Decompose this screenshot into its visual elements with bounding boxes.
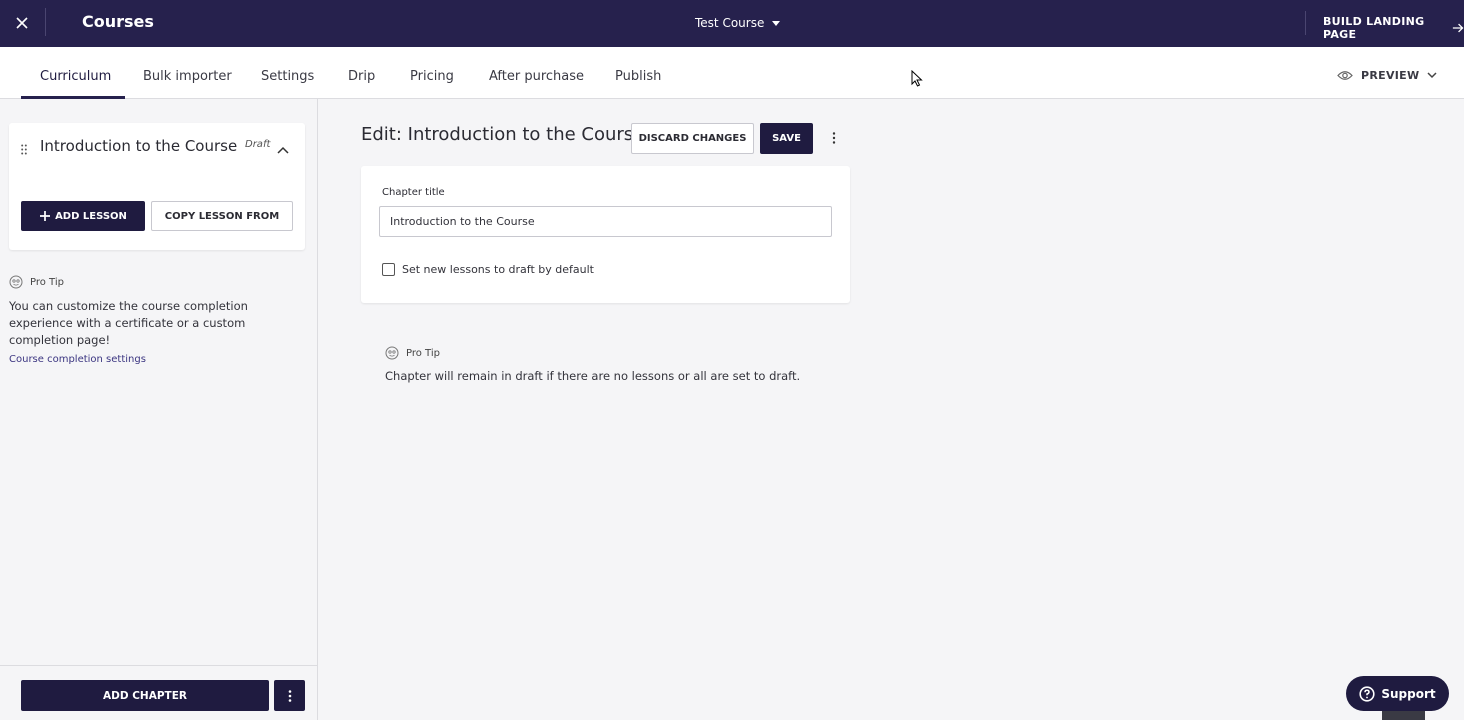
pro-tip-header: Pro Tip [385,346,800,360]
checkbox-box[interactable] [382,263,395,276]
tab-after-purchase[interactable]: After purchase [489,69,584,84]
topbar-divider [45,8,46,36]
eye-icon [1337,71,1353,80]
collapse-chapter-button[interactable] [277,139,289,158]
topbar-divider-right [1305,11,1306,35]
curriculum-sidebar: Introduction to the Course Draft ADD LES… [0,99,318,720]
support-button[interactable]: Support [1346,676,1449,711]
mouse-cursor-icon [911,70,923,87]
save-button[interactable]: SAVE [760,123,813,154]
pro-tip-main: Pro Tip Chapter will remain in draft if … [385,346,800,385]
status-badge: Draft [245,139,271,150]
tab-publish[interactable]: Publish [615,69,661,84]
pro-tip-text: Chapter will remain in draft if there ar… [385,369,801,383]
draft-default-checkbox[interactable]: Set new lessons to draft by default [382,263,594,276]
copy-lesson-button[interactable]: COPY LESSON FROM [151,201,293,231]
close-icon [16,17,28,29]
sidebar-footer: ADD CHAPTER [0,665,317,720]
more-options-button[interactable] [826,130,842,146]
course-name: Test Course [695,16,765,30]
chapter-title[interactable]: Introduction to the Course [40,137,237,155]
pro-tip-label: Pro Tip [30,276,64,288]
support-label: Support [1381,686,1436,701]
add-lesson-button[interactable]: ADD LESSON [21,201,145,231]
app-title: Courses [82,12,154,31]
support-widget-tab [1382,711,1425,720]
chapter-more-options-button[interactable] [274,680,305,711]
tab-bulk-importer[interactable]: Bulk importer [143,69,232,84]
tab-settings[interactable]: Settings [261,69,314,84]
lightbulb-icon [385,346,399,360]
preview-label: PREVIEW [1361,69,1420,82]
chapter-card: Introduction to the Course Draft ADD LES… [9,123,305,250]
chapter-title-input[interactable] [379,206,832,237]
tabs-bar: Curriculum Bulk importer Settings Drip P… [0,47,1464,99]
more-vertical-icon [832,132,836,144]
tab-pricing[interactable]: Pricing [410,69,454,84]
chevron-down-icon [1427,72,1437,79]
chevron-up-icon [277,146,289,154]
course-selector[interactable]: Test Course [695,16,781,30]
discard-changes-button[interactable]: DISCARD CHANGES [631,123,754,154]
arrow-right-icon [1452,23,1464,33]
caret-down-icon [772,20,781,26]
add-chapter-button[interactable]: ADD CHAPTER [21,680,269,711]
draft-default-label: Set new lessons to draft by default [402,263,594,276]
pro-tip-label: Pro Tip [406,347,440,359]
tab-curriculum[interactable]: Curriculum [40,69,111,84]
pro-tip-text: You can customize the course completion … [9,299,248,347]
drag-handle-icon[interactable] [21,140,27,159]
lightbulb-icon [9,275,23,289]
chapter-title-label: Chapter title [382,187,445,198]
preview-dropdown[interactable]: PREVIEW [1337,69,1437,82]
pro-tip-header: Pro Tip [9,275,309,289]
add-lesson-label: ADD LESSON [55,210,127,222]
tab-drip[interactable]: Drip [348,69,375,84]
page-title: Edit: Introduction to the Course [361,124,645,145]
pro-tip-sidebar: Pro Tip You can customize the course com… [9,275,309,365]
course-completion-settings-link[interactable]: Course completion settings [9,354,309,365]
more-vertical-icon [288,689,291,702]
chapter-form-card: Chapter title Set new lessons to draft b… [361,166,850,303]
help-circle-icon [1359,685,1375,702]
build-landing-label: BUILD LANDING PAGE [1323,15,1425,41]
close-button[interactable] [8,9,36,37]
top-bar: Courses Test Course BUILD LANDING PAGE [0,0,1464,47]
build-landing-page-link[interactable]: BUILD LANDING PAGE [1323,15,1464,41]
plus-icon [40,211,51,221]
